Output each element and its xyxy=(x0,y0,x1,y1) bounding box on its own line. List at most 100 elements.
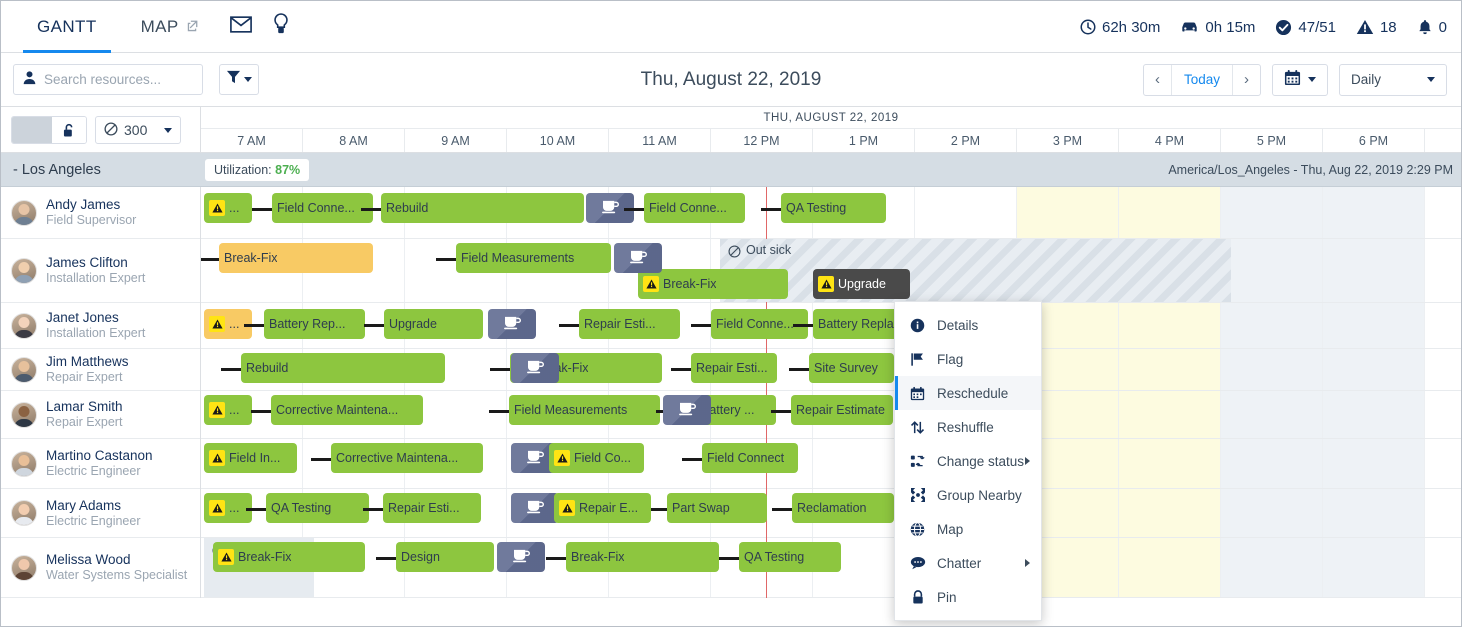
metric-value: 47/51 xyxy=(1298,18,1336,36)
task-bar[interactable]: QA Testing xyxy=(781,193,886,223)
task-bar[interactable]: Reclamation xyxy=(792,493,894,523)
task-bar[interactable]: Repair Estimate xyxy=(791,395,893,425)
menu-item-map[interactable]: Map xyxy=(895,512,1041,546)
task-bar[interactable]: Upgrade xyxy=(813,269,910,299)
search-resources-field[interactable] xyxy=(13,64,203,95)
view-mode-select[interactable]: Daily xyxy=(1339,63,1447,96)
task-link-line xyxy=(201,258,219,261)
resource-row[interactable]: Janet Jones Installation Expert xyxy=(1,303,200,349)
calendar-picker-button[interactable] xyxy=(1272,63,1328,96)
task-bar[interactable]: Upgrade xyxy=(384,309,483,339)
task-bar[interactable]: Battery Repla xyxy=(813,309,905,339)
break-block[interactable] xyxy=(511,493,559,523)
resource-row[interactable]: Martino Castanon Electric Engineer xyxy=(1,439,200,489)
break-block[interactable] xyxy=(663,395,711,425)
menu-item-reshuffle[interactable]: Reshuffle xyxy=(895,410,1041,444)
task-bar[interactable]: Field In... xyxy=(204,443,297,473)
break-block[interactable] xyxy=(614,243,662,273)
task-bar[interactable]: ... xyxy=(204,395,252,425)
task-bar[interactable]: Field Measurements xyxy=(509,395,660,425)
tips-button[interactable] xyxy=(261,1,301,53)
unlock-icon[interactable] xyxy=(52,117,86,143)
tab-map[interactable]: MAP xyxy=(119,1,221,53)
task-bar[interactable]: Battery Rep... xyxy=(264,309,365,339)
next-day-button[interactable]: › xyxy=(1233,65,1260,95)
resource-row[interactable]: Melissa Wood Water Systems Specialist xyxy=(1,538,200,598)
task-bar[interactable]: Field Conne... xyxy=(644,193,745,223)
resource-row[interactable]: Lamar Smith Repair Expert xyxy=(1,391,200,439)
task-label: Repair Estimate xyxy=(796,403,885,417)
menu-item-change-status[interactable]: Change status xyxy=(895,444,1041,478)
menu-item-details[interactable]: Details xyxy=(895,308,1041,342)
coffee-cup-icon xyxy=(526,449,545,467)
task-bar[interactable]: Site Survey xyxy=(809,353,894,383)
absence-block[interactable]: Out sick xyxy=(720,239,1231,302)
metric-value: 18 xyxy=(1379,18,1397,36)
lock-icon xyxy=(909,589,926,605)
timeline-hour-8-am: 8 AM xyxy=(303,129,405,152)
menu-item-chatter[interactable]: Chatter xyxy=(895,546,1041,580)
task-bar[interactable]: QA Testing xyxy=(266,493,369,523)
gantt-toolbar: Thu, August 22, 2019 ‹ Today › Daily xyxy=(1,53,1461,107)
lock-toggle[interactable] xyxy=(11,116,87,144)
group-row-los-angeles[interactable]: - Los Angeles Utilization: 87% America/L… xyxy=(1,153,1461,187)
task-context-menu[interactable]: Details Flag Reschedule Reshuffle Change sta… xyxy=(894,301,1042,621)
today-button[interactable]: Today xyxy=(1172,64,1233,95)
task-bar[interactable]: Break-Fix xyxy=(219,243,373,273)
task-label: Corrective Maintena... xyxy=(336,451,459,465)
task-bar[interactable]: Rebuild xyxy=(241,353,445,383)
metric-value: 62h 30m xyxy=(1102,18,1161,36)
task-bar[interactable]: Repair Esti... xyxy=(383,493,481,523)
task-bar[interactable]: ... xyxy=(204,193,252,223)
resource-info: Mary Adams Electric Engineer xyxy=(46,498,141,529)
task-link-line xyxy=(489,410,509,413)
task-bar[interactable]: Rebuild xyxy=(381,193,584,223)
task-bar[interactable]: Field Co... xyxy=(549,443,644,473)
warning-triangle-icon xyxy=(554,450,570,466)
task-link-line xyxy=(311,458,331,461)
task-bar[interactable]: Corrective Maintena... xyxy=(331,443,483,473)
gantt-chart-area[interactable]: ... Field Conne... Rebuild Field Conne... QA… xyxy=(201,187,1461,598)
mail-button[interactable] xyxy=(221,1,261,53)
resource-role: Repair Expert xyxy=(46,415,123,429)
menu-item-pin[interactable]: Pin xyxy=(895,580,1041,614)
break-block[interactable] xyxy=(511,353,559,383)
task-bar[interactable]: Break-Fix xyxy=(566,542,719,572)
search-input[interactable] xyxy=(44,72,194,87)
prev-day-button[interactable]: ‹ xyxy=(1144,64,1172,95)
resource-name: Janet Jones xyxy=(46,310,119,325)
menu-item-reschedule[interactable]: Reschedule xyxy=(895,376,1041,410)
chevron-down-icon xyxy=(244,77,252,82)
task-bar[interactable]: Repair Esti... xyxy=(691,353,777,383)
resource-row[interactable]: Mary Adams Electric Engineer xyxy=(1,489,200,538)
task-bar[interactable]: ... xyxy=(204,493,252,523)
task-bar[interactable]: Repair Esti... xyxy=(579,309,680,339)
menu-item-flag[interactable]: Flag xyxy=(895,342,1041,376)
task-bar[interactable]: Field Measurements xyxy=(456,243,611,273)
resource-row[interactable]: James Clifton Installation Expert xyxy=(1,239,200,303)
task-label: Battery Repla xyxy=(818,317,894,331)
row-separator xyxy=(201,438,1461,439)
break-block[interactable] xyxy=(488,309,536,339)
task-bar[interactable]: Field Connect xyxy=(702,443,798,473)
task-link-line xyxy=(761,208,781,211)
filter-button[interactable] xyxy=(219,64,259,95)
task-bar[interactable]: Field Conne... xyxy=(272,193,373,223)
task-bar[interactable]: Repair E... xyxy=(554,493,651,523)
task-bar[interactable]: Corrective Maintena... xyxy=(271,395,423,425)
timeline-hour-7-am: 7 AM xyxy=(201,129,303,152)
task-bar[interactable]: QA Testing xyxy=(739,542,841,572)
task-bar[interactable]: Break-Fix xyxy=(638,269,788,299)
break-block[interactable] xyxy=(497,542,545,572)
task-bar[interactable]: Break-Fix xyxy=(213,542,365,572)
task-label: ... xyxy=(229,501,240,515)
tab-gantt[interactable]: GANTT xyxy=(15,1,119,53)
menu-item-group-nearby[interactable]: Group Nearby xyxy=(895,478,1041,512)
task-link-line xyxy=(436,258,456,261)
resource-row[interactable]: Jim Matthews Repair Expert xyxy=(1,349,200,391)
avatar xyxy=(11,312,37,339)
capacity-select[interactable]: 300 xyxy=(95,116,181,144)
task-bar[interactable]: Part Swap xyxy=(667,493,767,523)
task-bar[interactable]: Design xyxy=(396,542,494,572)
resource-row[interactable]: Andy James Field Supervisor xyxy=(1,187,200,239)
